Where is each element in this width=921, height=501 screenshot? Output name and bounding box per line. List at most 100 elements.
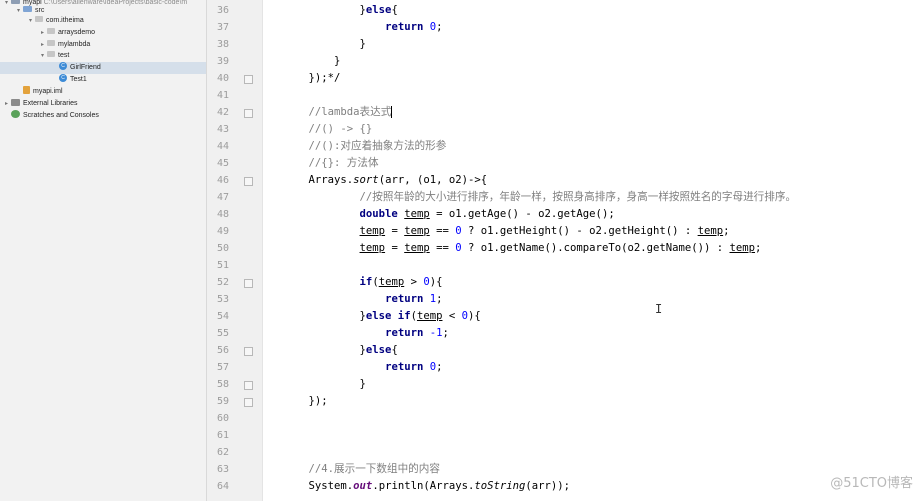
text-caret <box>391 106 393 118</box>
code-token: ; <box>755 242 762 254</box>
code-token: temp <box>359 225 386 237</box>
expand-arrow-icon[interactable]: ▾ <box>26 15 35 27</box>
code-token: == <box>429 225 456 237</box>
package-icon <box>35 16 43 23</box>
code-line[interactable]: } <box>283 36 366 53</box>
code-token: ? o1.getHeight() - o2.getHeight() : <box>461 225 698 237</box>
code-token: ; <box>436 21 443 33</box>
code-token: return <box>385 327 424 339</box>
code-token: (arr)); <box>525 480 571 492</box>
code-token: temp <box>697 225 724 237</box>
code-line[interactable]: //():对应着抽象方法的形参 <box>283 138 447 155</box>
code-line[interactable]: //按照年龄的大小进行排序，年龄一样，按照身高排序，身高一样按照姓名的字母进行排… <box>283 189 797 206</box>
code-line[interactable]: //{}: 方法体 <box>283 155 379 172</box>
code-token: //() -> {} <box>283 123 373 135</box>
code-token: > <box>404 276 424 288</box>
code-token: //按照年龄的大小进行排序，年龄一样，按照身高排序，身高一样按照姓名的字母进行排… <box>283 191 797 203</box>
line-number: 50 <box>216 243 229 254</box>
fold-marker-icon[interactable] <box>244 177 253 186</box>
code-line[interactable]: //4.展示一下数组中的内容 <box>283 461 440 478</box>
code-token: } <box>283 4 366 16</box>
line-number: 64 <box>216 481 229 492</box>
line-number: 60 <box>216 413 229 424</box>
code-line[interactable]: Arrays.sort(arr, (o1, o2)->{ <box>283 172 488 189</box>
code-line[interactable]: System.out.println(Arrays.toString(arr))… <box>283 478 571 495</box>
line-number: 44 <box>216 141 229 152</box>
code-token: temp <box>378 276 405 288</box>
code-token: System. <box>283 480 354 492</box>
code-line[interactable]: return 0; <box>283 359 442 376</box>
line-number: 53 <box>216 294 229 305</box>
collapse-arrow-icon[interactable]: ▸ <box>38 27 47 39</box>
source-folder-icon <box>23 6 32 13</box>
code-line[interactable]: temp = temp == 0 ? o1.getName().compareT… <box>283 240 762 257</box>
code-line[interactable]: return 1; <box>283 291 442 308</box>
class-icon: C <box>59 62 67 71</box>
package-icon <box>47 40 55 47</box>
fold-marker-icon[interactable] <box>244 75 253 84</box>
code-token: } <box>283 310 366 322</box>
code-line[interactable]: double temp = o1.getAge() - o2.getAge(); <box>283 206 615 223</box>
tree-item-test1[interactable]: C Test1 <box>0 74 206 86</box>
tree-item-label: arraysdemo <box>58 29 95 36</box>
line-number: 38 <box>216 39 229 50</box>
tree-item-com-itheima[interactable]: ▾ com.itheima <box>0 15 206 27</box>
code-token: temp <box>404 208 430 220</box>
iml-file-icon <box>23 86 30 95</box>
line-number: 57 <box>216 362 229 373</box>
package-icon <box>47 28 55 35</box>
code-token: ; <box>442 327 449 339</box>
code-line[interactable]: }else{ <box>283 2 398 19</box>
code-token: -1 <box>429 327 443 339</box>
code-line[interactable]: //lambda表达式 <box>283 104 393 121</box>
fold-marker-icon[interactable] <box>244 398 253 407</box>
line-number: 58 <box>216 379 229 390</box>
code-line[interactable]: } <box>283 376 366 393</box>
line-number: 62 <box>216 447 229 458</box>
tree-item-scratches-and-consoles[interactable]: Scratches and Consoles <box>0 110 206 122</box>
code-token: else <box>365 344 392 356</box>
code-token: temp <box>359 242 386 254</box>
code-token: temp <box>404 225 430 237</box>
code-token: == <box>429 242 456 254</box>
fold-marker-icon[interactable] <box>244 381 253 390</box>
code-token: ; <box>723 225 730 237</box>
collapse-arrow-icon[interactable]: ▸ <box>2 98 11 110</box>
code-token: temp <box>729 242 756 254</box>
code-token: toString <box>474 480 526 492</box>
scratches-icon <box>11 110 20 119</box>
tree-item-test[interactable]: ▾ test <box>0 50 206 62</box>
code-line[interactable]: return 0; <box>283 19 443 36</box>
fold-marker-icon[interactable] <box>244 109 253 118</box>
code-token: } <box>283 55 341 67</box>
code-token: if <box>359 276 373 288</box>
line-number: 48 <box>216 209 229 220</box>
code-line[interactable]: return -1; <box>283 325 449 342</box>
code-token: //lambda表达式 <box>283 106 392 118</box>
tree-item-girlfriend[interactable]: C GirlFriend <box>0 62 206 74</box>
tree-item-external-libraries[interactable]: ▸ External Libraries <box>0 98 206 110</box>
tree-item-myapi-iml[interactable]: myapi.iml <box>0 86 206 98</box>
code-line[interactable]: }else if(temp < 0){ <box>283 308 481 325</box>
code-line[interactable]: } <box>283 53 340 70</box>
code-line[interactable]: temp = temp == 0 ? o1.getHeight() - o2.g… <box>283 223 730 240</box>
code-line[interactable]: });*/ <box>283 70 341 87</box>
line-number: 61 <box>216 430 229 441</box>
code-line[interactable]: //() -> {} <box>283 121 373 138</box>
tree-item-label: External Libraries <box>23 100 78 107</box>
code-line[interactable]: }else{ <box>283 342 398 359</box>
line-number: 42 <box>216 107 229 118</box>
code-line[interactable]: if(temp > 0){ <box>283 274 443 291</box>
code-editor[interactable]: }else{ return 0; } } });*/ //lambda表达式 /… <box>263 0 921 501</box>
expand-arrow-icon[interactable]: ▾ <box>38 50 47 62</box>
code-token: temp <box>404 242 430 254</box>
code-token: else <box>365 4 392 16</box>
tree-item-arraysdemo[interactable]: ▸ arraysdemo <box>0 27 206 39</box>
code-line[interactable]: }); <box>283 393 328 410</box>
code-token: } <box>283 378 366 390</box>
line-number: 41 <box>216 90 229 101</box>
fold-marker-icon[interactable] <box>244 347 253 356</box>
fold-marker-icon[interactable] <box>244 279 253 288</box>
